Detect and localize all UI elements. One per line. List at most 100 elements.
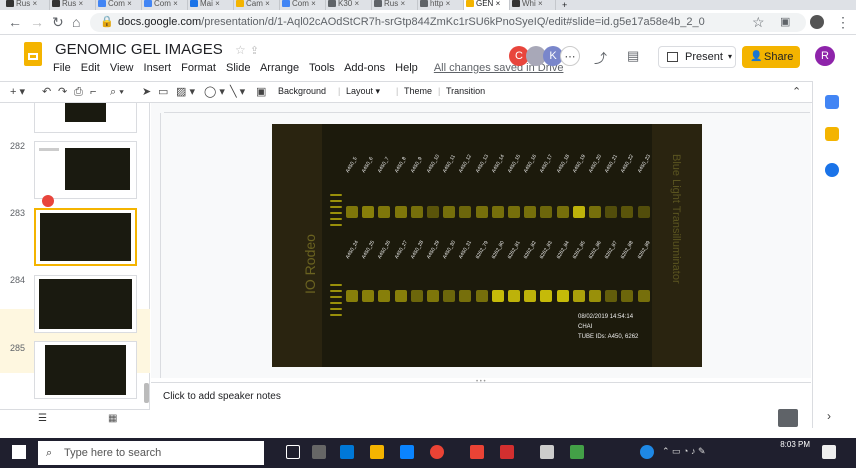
browser-tab[interactable]: Cam × bbox=[234, 0, 280, 10]
menu-edit[interactable]: Edit bbox=[81, 62, 100, 74]
undo-icon[interactable]: ↶ bbox=[42, 85, 51, 99]
save-status[interactable]: All changes saved in Drive bbox=[434, 62, 564, 74]
tab-close-icon[interactable]: × bbox=[76, 0, 83, 8]
menu-arrange[interactable]: Arrange bbox=[260, 62, 299, 74]
gel-image[interactable]: IO Rodeo Blue Light Transilluminator 08/… bbox=[272, 124, 702, 367]
browser-tab[interactable]: Com × bbox=[96, 0, 142, 10]
browser-tab[interactable]: http × bbox=[418, 0, 464, 10]
people-icon[interactable] bbox=[400, 445, 414, 459]
layout-button[interactable]: Layout ▾ bbox=[346, 86, 380, 97]
activity-trend-icon[interactable]: ⤴ bbox=[594, 48, 607, 67]
browser-menu-icon[interactable]: ⋮ bbox=[836, 15, 850, 29]
menu-tools[interactable]: Tools bbox=[309, 62, 335, 74]
app-icon[interactable] bbox=[500, 445, 514, 459]
menu-addons[interactable]: Add-ons bbox=[344, 62, 385, 74]
extension-icon[interactable]: ▣ bbox=[780, 15, 790, 29]
paint-format-icon[interactable]: ⌐ bbox=[90, 85, 96, 99]
tab-close-icon[interactable]: × bbox=[171, 0, 178, 8]
tab-close-icon[interactable]: × bbox=[125, 0, 132, 8]
slide-thumbnail[interactable] bbox=[34, 275, 137, 333]
tab-close-icon[interactable]: × bbox=[352, 0, 359, 8]
move-folder-icon[interactable]: ⇪ bbox=[250, 45, 259, 57]
browser-tab[interactable]: Rus × bbox=[4, 0, 50, 10]
chrome-icon[interactable] bbox=[430, 445, 444, 459]
file-explorer-icon[interactable] bbox=[370, 445, 384, 459]
slide-thumbnail-selected[interactable] bbox=[34, 208, 137, 266]
tab-close-icon[interactable]: × bbox=[213, 0, 220, 8]
tab-close-icon[interactable]: × bbox=[443, 0, 451, 8]
theme-button[interactable]: Theme bbox=[404, 86, 432, 96]
browser-tab[interactable]: Mai × bbox=[188, 0, 234, 10]
tab-close-icon[interactable]: × bbox=[30, 0, 37, 8]
tab-close-icon[interactable]: × bbox=[263, 0, 270, 8]
textbox-icon[interactable]: ▭ bbox=[158, 85, 168, 99]
slide-thumbnail[interactable] bbox=[34, 103, 137, 133]
menu-help[interactable]: Help bbox=[395, 62, 418, 74]
menu-insert[interactable]: Insert bbox=[144, 62, 172, 74]
browser-tab[interactable]: Whi × bbox=[510, 0, 556, 10]
expand-panel-icon[interactable]: › bbox=[827, 409, 831, 423]
comments-chat-icon[interactable]: ⋯ bbox=[560, 46, 580, 66]
taskbar-clock[interactable]: 8:03 PM bbox=[770, 440, 810, 449]
back-icon[interactable]: ← bbox=[8, 15, 22, 29]
browser-tab[interactable]: GEN × bbox=[464, 0, 510, 10]
comment-icon[interactable]: ▤ bbox=[627, 48, 639, 64]
menu-view[interactable]: View bbox=[110, 62, 134, 74]
home-icon[interactable]: ⌂ bbox=[72, 15, 80, 29]
bookmark-star-icon[interactable]: ☆ bbox=[752, 15, 765, 29]
chrome-active-icon[interactable] bbox=[470, 445, 484, 459]
forward-icon[interactable]: → bbox=[30, 15, 44, 29]
notification-icon[interactable] bbox=[822, 445, 836, 459]
browser-tab[interactable]: Com × bbox=[142, 0, 188, 10]
shape-icon[interactable]: ◯ ▾ bbox=[204, 85, 225, 99]
user-avatar[interactable]: R bbox=[815, 46, 835, 66]
notes-resize-handle[interactable]: • • • bbox=[476, 379, 486, 385]
reload-icon[interactable]: ↻ bbox=[52, 15, 64, 29]
present-dropdown-icon[interactable]: ▾ bbox=[724, 46, 736, 68]
print-icon[interactable]: ⎙ bbox=[74, 85, 83, 99]
browser-tab[interactable]: K30 × bbox=[326, 0, 372, 10]
image-icon[interactable]: ▨ ▾ bbox=[176, 85, 195, 99]
star-icon[interactable]: ☆ bbox=[235, 43, 246, 57]
photos-icon[interactable] bbox=[540, 445, 554, 459]
edge-icon[interactable] bbox=[340, 445, 354, 459]
menu-format[interactable]: Format bbox=[181, 62, 216, 74]
new-tab-icon[interactable]: + bbox=[562, 0, 567, 10]
slides-logo-icon[interactable] bbox=[24, 42, 42, 66]
speaker-notes[interactable]: • • • Click to add speaker notes bbox=[151, 379, 811, 428]
panel-scrollbar[interactable] bbox=[144, 383, 149, 403]
browser-tab[interactable]: Rus × bbox=[50, 0, 96, 10]
cortana-icon[interactable] bbox=[286, 445, 300, 459]
calendar-icon[interactable] bbox=[825, 95, 839, 109]
explore-icon[interactable] bbox=[778, 409, 798, 427]
slide-thumbnail[interactable] bbox=[34, 341, 137, 399]
redo-icon[interactable]: ↷ bbox=[58, 85, 67, 99]
url-input[interactable]: 🔒 docs.google.com/presentation/d/1-Aql02… bbox=[90, 13, 806, 32]
tray-icons[interactable]: ⌃ ▭ ◔ ♪ ✎ bbox=[662, 446, 706, 457]
tasks-icon[interactable] bbox=[825, 163, 839, 177]
zoom-icon[interactable]: ⌕ ▾ bbox=[110, 85, 124, 99]
new-slide-icon[interactable]: + ▾ bbox=[10, 85, 25, 99]
document-title[interactable]: GENOMIC GEL IMAGES ☆ ⇪ bbox=[55, 41, 259, 58]
browser-tab[interactable]: Rus × bbox=[372, 0, 418, 10]
transition-button[interactable]: Transition bbox=[446, 86, 485, 96]
app-icon[interactable] bbox=[570, 445, 584, 459]
grid-view-icon[interactable]: ▦ bbox=[108, 413, 117, 424]
list-view-icon[interactable]: ☰ bbox=[38, 413, 47, 424]
keep-icon[interactable] bbox=[825, 127, 839, 141]
task-view-icon[interactable] bbox=[312, 445, 326, 459]
taskbar-search-input[interactable]: ⌕ Type here to search bbox=[38, 441, 264, 465]
help-icon[interactable] bbox=[640, 445, 654, 459]
tab-close-icon[interactable]: × bbox=[536, 0, 543, 8]
background-button[interactable]: Background bbox=[278, 86, 326, 96]
collapse-toolbar-icon[interactable]: ⌃ bbox=[792, 85, 801, 99]
line-icon[interactable]: ╲ ▾ bbox=[230, 85, 245, 99]
menu-slide[interactable]: Slide bbox=[226, 62, 250, 74]
browser-tab[interactable]: Com × bbox=[280, 0, 326, 10]
tab-close-icon[interactable]: × bbox=[493, 0, 501, 8]
menu-file[interactable]: File bbox=[53, 62, 71, 74]
tab-close-icon[interactable]: × bbox=[398, 0, 405, 8]
windows-start-icon[interactable] bbox=[12, 445, 26, 459]
tab-close-icon[interactable]: × bbox=[309, 0, 316, 8]
slide-thumbnail[interactable] bbox=[34, 141, 137, 199]
